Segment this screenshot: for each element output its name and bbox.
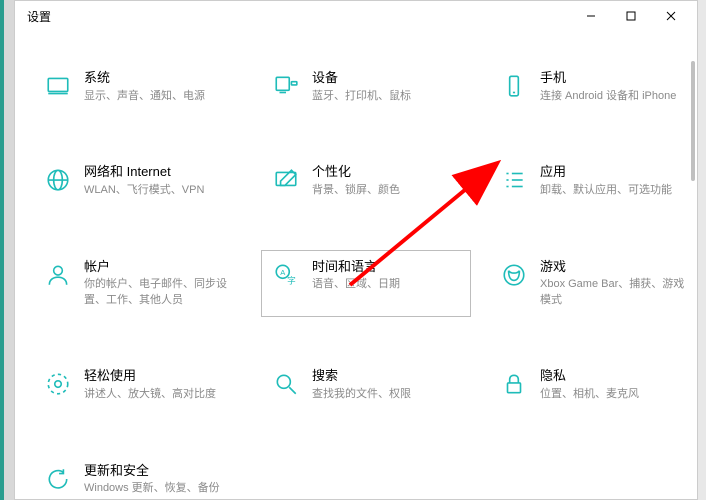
devices-icon bbox=[272, 72, 300, 100]
tile-update[interactable]: 更新和安全 Windows 更新、恢复、备份 bbox=[33, 454, 243, 499]
gaming-icon bbox=[500, 261, 528, 289]
tile-title: 隐私 bbox=[540, 368, 688, 385]
settings-grid: 系统 显示、声音、通知、电源 设备 蓝牙、打印机、鼠标 手机 bbox=[25, 61, 687, 499]
tile-apps[interactable]: 应用 卸载、默认应用、可选功能 bbox=[489, 155, 697, 207]
tile-system[interactable]: 系统 显示、声音、通知、电源 bbox=[33, 61, 243, 113]
tile-desc: 语音、区域、日期 bbox=[312, 277, 460, 292]
minimize-button[interactable] bbox=[571, 2, 611, 30]
tile-desc: WLAN、飞行模式、VPN bbox=[84, 183, 232, 198]
tile-title: 游戏 bbox=[540, 259, 688, 276]
tile-desc: 蓝牙、打印机、鼠标 bbox=[312, 89, 460, 104]
ease-of-access-icon bbox=[44, 370, 72, 398]
tile-privacy[interactable]: 隐私 位置、相机、麦克风 bbox=[489, 359, 697, 411]
apps-icon bbox=[500, 166, 528, 194]
tile-time-language[interactable]: A字 时间和语言 语音、区域、日期 bbox=[261, 250, 471, 318]
tile-personalization[interactable]: 个性化 背景、锁屏、颜色 bbox=[261, 155, 471, 207]
tile-title: 网络和 Internet bbox=[84, 164, 232, 181]
tile-desc: 背景、锁屏、颜色 bbox=[312, 183, 460, 198]
tile-desc: Windows 更新、恢复、备份 bbox=[84, 481, 232, 496]
content-area: 系统 显示、声音、通知、电源 设备 蓝牙、打印机、鼠标 手机 bbox=[15, 31, 697, 499]
tile-title: 轻松使用 bbox=[84, 368, 232, 385]
tile-devices[interactable]: 设备 蓝牙、打印机、鼠标 bbox=[261, 61, 471, 113]
update-icon bbox=[44, 465, 72, 493]
phone-icon bbox=[500, 72, 528, 100]
tile-title: 应用 bbox=[540, 164, 688, 181]
tile-title: 时间和语言 bbox=[312, 259, 460, 276]
personalization-icon bbox=[272, 166, 300, 194]
tile-title: 搜索 bbox=[312, 368, 460, 385]
tile-ease-of-access[interactable]: 轻松使用 讲述人、放大镜、高对比度 bbox=[33, 359, 243, 411]
tile-title: 帐户 bbox=[84, 259, 232, 276]
tile-gaming[interactable]: 游戏 Xbox Game Bar、捕获、游戏模式 bbox=[489, 250, 697, 318]
tile-desc: Xbox Game Bar、捕获、游戏模式 bbox=[540, 277, 688, 308]
tile-network[interactable]: 网络和 Internet WLAN、飞行模式、VPN bbox=[33, 155, 243, 207]
tile-search[interactable]: 搜索 查找我的文件、权限 bbox=[261, 359, 471, 411]
search-icon bbox=[272, 370, 300, 398]
system-icon bbox=[44, 72, 72, 100]
tile-title: 个性化 bbox=[312, 164, 460, 181]
tile-title: 更新和安全 bbox=[84, 463, 232, 480]
scrollbar-thumb[interactable] bbox=[691, 61, 695, 181]
tile-desc: 卸载、默认应用、可选功能 bbox=[540, 183, 688, 198]
settings-window: 设置 系统 显示、声音、通知、电源 bbox=[14, 0, 698, 500]
network-icon bbox=[44, 166, 72, 194]
window-title: 设置 bbox=[27, 8, 571, 25]
close-button[interactable] bbox=[651, 2, 691, 30]
tile-phone[interactable]: 手机 连接 Android 设备和 iPhone bbox=[489, 61, 697, 113]
maximize-button[interactable] bbox=[611, 2, 651, 30]
accounts-icon bbox=[44, 261, 72, 289]
svg-text:A: A bbox=[280, 268, 286, 277]
tile-desc: 显示、声音、通知、电源 bbox=[84, 89, 232, 104]
tile-desc: 连接 Android 设备和 iPhone bbox=[540, 89, 688, 104]
tile-title: 手机 bbox=[540, 70, 688, 87]
privacy-icon bbox=[500, 370, 528, 398]
tile-title: 设备 bbox=[312, 70, 460, 87]
desktop-edge bbox=[0, 0, 14, 500]
titlebar: 设置 bbox=[15, 1, 697, 31]
tile-desc: 你的帐户、电子邮件、同步设置、工作、其他人员 bbox=[84, 277, 232, 308]
tile-desc: 查找我的文件、权限 bbox=[312, 387, 460, 402]
svg-text:字: 字 bbox=[287, 274, 296, 285]
tile-desc: 位置、相机、麦克风 bbox=[540, 387, 688, 402]
tile-title: 系统 bbox=[84, 70, 232, 87]
tile-accounts[interactable]: 帐户 你的帐户、电子邮件、同步设置、工作、其他人员 bbox=[33, 250, 243, 318]
tile-desc: 讲述人、放大镜、高对比度 bbox=[84, 387, 232, 402]
window-controls bbox=[571, 2, 691, 30]
time-language-icon: A字 bbox=[272, 261, 300, 289]
